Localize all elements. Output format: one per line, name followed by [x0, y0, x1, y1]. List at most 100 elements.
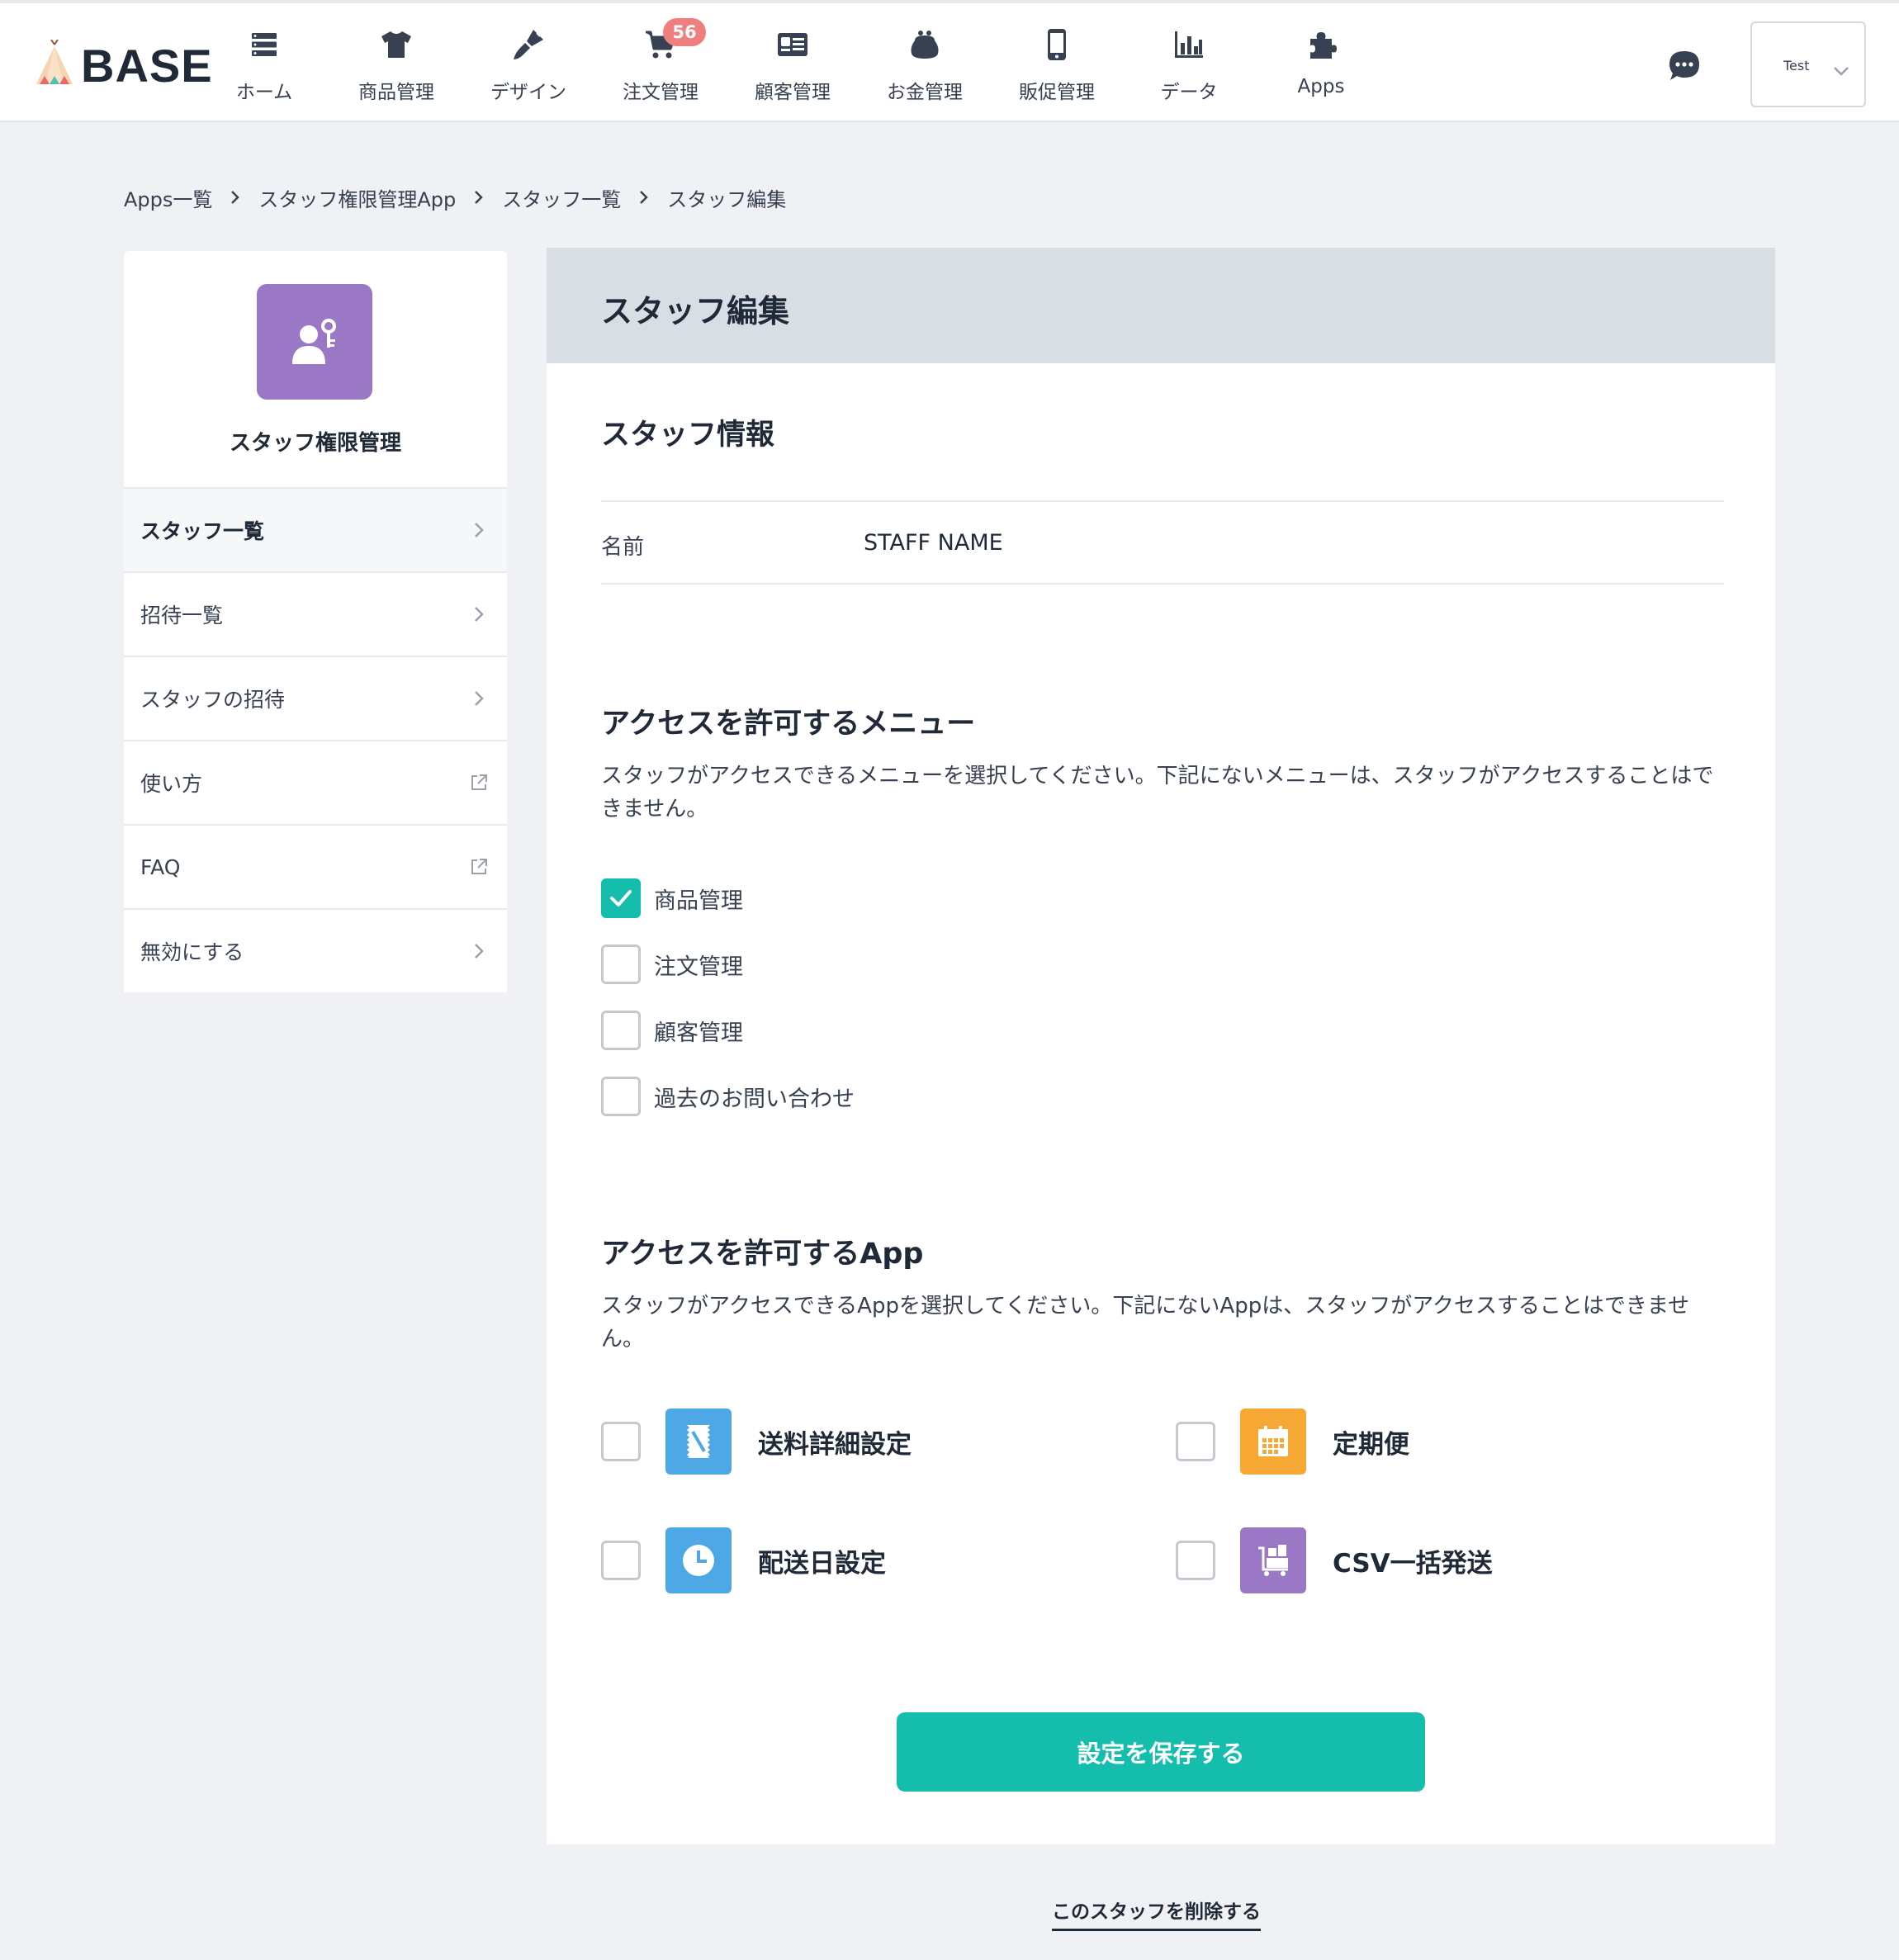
menu-option-products[interactable]: 商品管理 [601, 878, 743, 918]
account-dropdown[interactable]: Test [1750, 21, 1866, 107]
app-label: 配送日設定 [758, 1548, 886, 1579]
nav-products[interactable]: 商品管理 [330, 26, 462, 109]
nav-home[interactable]: ホーム [198, 26, 330, 109]
menu-access-description: スタッフがアクセスできるメニューを選択してください。下記にないメニューは、スタッ… [601, 764, 1714, 821]
sidebar-item-faq[interactable]: FAQ [124, 824, 507, 908]
checkbox[interactable] [1176, 1541, 1215, 1580]
checkbox[interactable] [1176, 1422, 1215, 1461]
chat-icon[interactable] [1666, 48, 1702, 84]
tent-logo-icon [36, 40, 73, 84]
staff-key-icon [257, 284, 372, 400]
breadcrumb: Apps一覧 スタッフ権限管理App スタッフ一覧 スタッフ編集 [124, 183, 786, 211]
staff-name-value: STAFF NAME [864, 530, 1003, 556]
calendar-icon [1240, 1408, 1306, 1475]
sidebar-item-label: 無効にする [140, 940, 244, 964]
nav-promotion[interactable]: 販促管理 [991, 26, 1123, 109]
app-option-subscription[interactable]: 定期便 [1176, 1408, 1409, 1475]
staff-info-title: スタッフ情報 [601, 419, 775, 452]
nav-data[interactable]: データ [1123, 26, 1255, 109]
chevron-down-icon [1834, 67, 1849, 76]
orders-count-badge: 56 [663, 18, 706, 46]
nav-customers[interactable]: 顧客管理 [727, 26, 859, 109]
delete-staff-link[interactable]: このスタッフを削除する [1052, 1896, 1261, 1931]
sidebar-item-invitations[interactable]: 招待一覧 [124, 571, 507, 656]
external-link-icon [469, 857, 489, 877]
checkbox-label: 注文管理 [654, 954, 743, 980]
smartphone-icon [1039, 26, 1075, 63]
checkbox-label: 顧客管理 [654, 1020, 743, 1046]
sidebar-item-label: スタッフの招待 [140, 688, 286, 712]
brush-icon [510, 26, 547, 63]
page-title: スタッフ編集 [601, 293, 790, 329]
chevron-right-icon [212, 187, 258, 207]
checkbox-label: 過去のお問い合わせ [654, 1086, 855, 1112]
menu-option-customers[interactable]: 顧客管理 [601, 1011, 743, 1050]
checkbox-checked[interactable] [601, 878, 641, 918]
account-name: Test [1783, 58, 1810, 73]
checkbox-label: 商品管理 [654, 888, 743, 914]
nav-label: Apps [1297, 76, 1345, 97]
logo-text: BASE [81, 39, 213, 92]
app-option-delivery-date[interactable]: 配送日設定 [601, 1527, 886, 1593]
app-option-shipping-settings[interactable]: 送料詳細設定 [601, 1408, 912, 1475]
puzzle-icon [1303, 26, 1339, 63]
breadcrumb-current: スタッフ編集 [667, 187, 787, 211]
nav-label: データ [1160, 82, 1218, 103]
checkbox[interactable] [601, 1077, 641, 1116]
name-label: 名前 [601, 535, 645, 560]
nav-label: 注文管理 [623, 82, 699, 103]
chevron-right-icon [469, 520, 489, 540]
menu-option-past-inquiries[interactable]: 過去のお問い合わせ [601, 1077, 855, 1116]
staff-edit-panel: スタッフ編集 スタッフ情報 名前 STAFF NAME アクセスを許可するメニュ… [547, 248, 1775, 1844]
nav-label: 商品管理 [358, 82, 434, 103]
save-settings-button[interactable]: 設定を保存する [897, 1712, 1425, 1792]
checkbox[interactable] [601, 1011, 641, 1050]
sidebar-item-invite-staff[interactable]: スタッフの招待 [124, 656, 507, 740]
app-label: 送料詳細設定 [758, 1429, 912, 1460]
shipping-stamp-icon [665, 1408, 732, 1475]
app-option-csv-shipping[interactable]: CSV一括発送 [1176, 1527, 1493, 1593]
checkmark-icon [610, 890, 632, 907]
tshirt-icon [378, 26, 414, 63]
breadcrumb-staff-list[interactable]: スタッフ一覧 [502, 183, 621, 212]
nav-label: 顧客管理 [755, 82, 831, 103]
checkbox[interactable] [601, 1422, 641, 1461]
clock-icon [665, 1527, 732, 1593]
sidebar-item-how-to[interactable]: 使い方 [124, 740, 507, 824]
nav-money[interactable]: お金管理 [859, 26, 991, 109]
home-list-icon [246, 26, 282, 63]
id-card-icon [774, 26, 811, 63]
chevron-right-icon [621, 187, 667, 207]
nav-label: お金管理 [887, 82, 963, 103]
sidebar-item-label: 招待一覧 [140, 604, 224, 627]
chevron-right-icon [456, 187, 502, 207]
chevron-right-icon [469, 941, 489, 961]
chevron-right-icon [469, 689, 489, 708]
sidebar-item-label: 使い方 [140, 772, 203, 796]
breadcrumb-apps[interactable]: Apps一覧 [124, 183, 212, 212]
sidebar-item-label: スタッフ一覧 [140, 519, 265, 543]
bar-chart-icon [1171, 26, 1207, 63]
app-name: スタッフ権限管理 [229, 431, 401, 456]
nav-orders[interactable]: 56 注文管理 [594, 18, 727, 109]
breadcrumb-staff-app[interactable]: スタッフ権限管理App [258, 183, 456, 212]
top-navigation-bar: BASE ホーム 商品管理 デザイン 56 注文管理 顧客管理 お金管理 販促管… [0, 0, 1899, 122]
divider [601, 583, 1724, 585]
checkbox[interactable] [601, 1541, 641, 1580]
sidebar-item-staff-list[interactable]: スタッフ一覧 [124, 487, 507, 571]
nav-label: デザイン [490, 82, 566, 103]
nav-design[interactable]: デザイン [462, 26, 594, 109]
base-logo[interactable]: BASE [33, 36, 213, 94]
checkbox[interactable] [601, 944, 641, 984]
menu-option-orders[interactable]: 注文管理 [601, 944, 743, 984]
divider [601, 500, 1724, 502]
menu-access-title: アクセスを許可するメニュー [601, 708, 976, 741]
external-link-icon [469, 773, 489, 793]
app-access-description: スタッフがアクセスできるAppを選択してください。下記にないAppは、スタッフが… [601, 1294, 1690, 1352]
cart-boxes-icon [1240, 1527, 1306, 1593]
nav-apps[interactable]: Apps [1255, 26, 1387, 109]
chevron-right-icon [469, 604, 489, 624]
nav-label: ホーム [235, 82, 293, 103]
sidebar-item-disable[interactable]: 無効にする [124, 908, 507, 992]
app-sidebar: スタッフ権限管理 スタッフ一覧 招待一覧 スタッフの招待 使い方 FAQ 無効に… [124, 251, 507, 992]
